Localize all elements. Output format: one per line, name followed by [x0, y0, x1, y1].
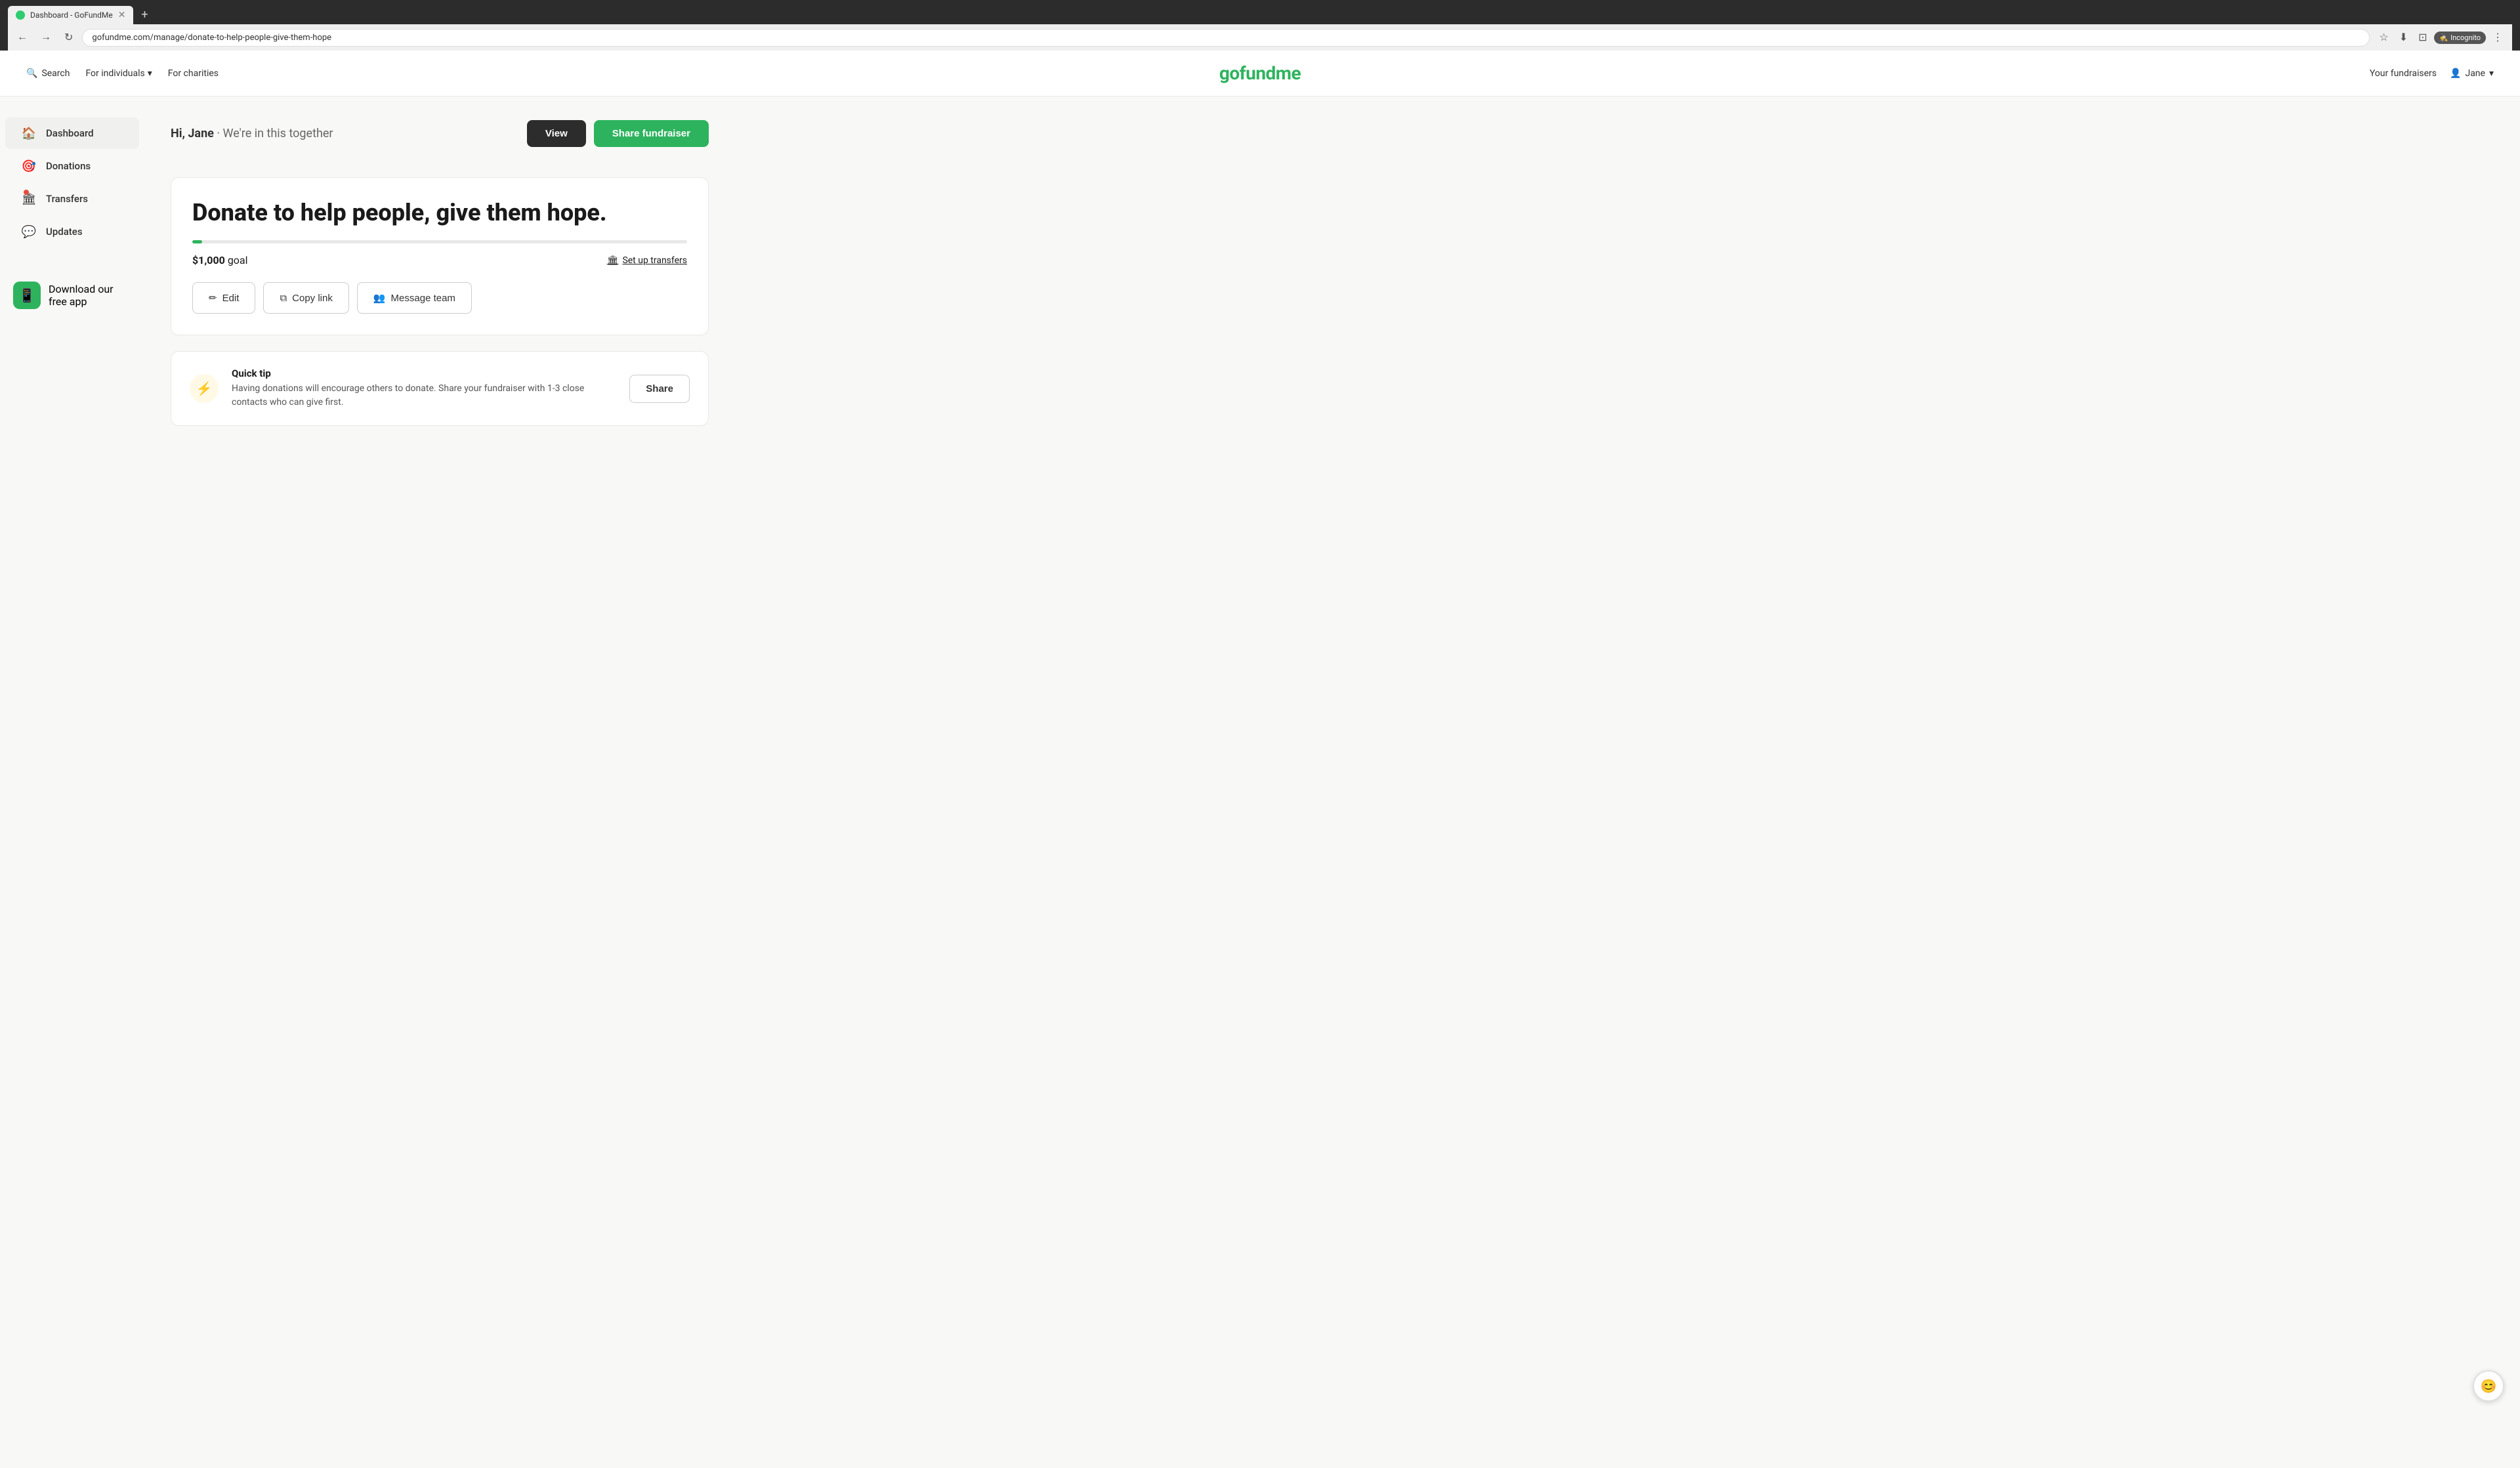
- chat-widget[interactable]: 😊: [2473, 1370, 2504, 1402]
- progress-bar-fill: [192, 240, 202, 243]
- edit-icon: ✏: [209, 292, 217, 304]
- download-button[interactable]: ⬇: [2395, 28, 2412, 47]
- tab-favicon: [16, 10, 25, 20]
- tip-label: Quick tip: [232, 367, 616, 379]
- site-logo[interactable]: gofundme: [1219, 62, 1301, 84]
- browser-chrome: Dashboard - GoFundMe ✕ + ← → ↻ gofundme.…: [0, 0, 2520, 51]
- download-app-label: Download our free app: [49, 283, 131, 308]
- copy-link-button[interactable]: ⧉ Copy link: [263, 282, 348, 314]
- search-link[interactable]: 🔍 Search: [26, 68, 70, 79]
- notification-dot: [24, 190, 29, 195]
- back-button[interactable]: ←: [13, 29, 32, 46]
- message-team-label: Message team: [391, 293, 455, 304]
- more-button[interactable]: ⋮: [2488, 28, 2507, 47]
- tab-close-button[interactable]: ✕: [118, 10, 126, 20]
- share-fundraiser-button[interactable]: Share fundraiser: [594, 120, 709, 147]
- chevron-down-icon: ▾: [148, 68, 152, 79]
- sidebar: 🏠 Dashboard 🎯 Donations 🏛 Transfers 💬 Up…: [0, 96, 144, 1468]
- sidebar-item-transfers[interactable]: 🏛 Transfers: [5, 183, 139, 215]
- goal-info: $1,000 goal: [192, 254, 248, 266]
- setup-transfers-label: Set up transfers: [622, 255, 687, 266]
- search-icon: 🔍: [26, 68, 37, 79]
- goal-row: $1,000 goal 🏛 Set up transfers: [192, 254, 687, 266]
- goal-amount: $1,000: [192, 254, 225, 266]
- donations-icon: 🎯: [21, 158, 37, 174]
- quick-tip-card: ⚡ Quick tip Having donations will encour…: [171, 351, 709, 426]
- message-team-icon: 👥: [373, 292, 386, 304]
- tab-title: Dashboard - GoFundMe: [30, 10, 113, 20]
- edit-label: Edit: [222, 293, 240, 304]
- toolbar-actions: ☆ ⬇ ⊡ 🕵 Incognito ⋮: [2375, 28, 2507, 47]
- greeting-section: Hi, Jane · We're in this together: [171, 127, 333, 140]
- tip-content: Quick tip Having donations will encourag…: [232, 367, 616, 409]
- site-header: 🔍 Search For individuals ▾ For charities…: [0, 51, 2520, 96]
- tip-share-button[interactable]: Share: [629, 375, 690, 403]
- sidebar-donations-label: Donations: [46, 160, 91, 172]
- user-chevron-icon: ▾: [2489, 68, 2494, 79]
- sidebar-updates-label: Updates: [46, 226, 83, 238]
- forward-button[interactable]: →: [37, 29, 55, 46]
- download-app-section[interactable]: 📱 Download our free app: [0, 274, 144, 317]
- address-text: gofundme.com/manage/donate-to-help-peopl…: [92, 33, 331, 43]
- user-menu[interactable]: 👤 Jane ▾: [2450, 68, 2494, 79]
- setup-transfers-link[interactable]: 🏛 Set up transfers: [607, 255, 687, 266]
- for-individuals-nav[interactable]: For individuals ▾: [85, 68, 152, 79]
- sidebar-item-donations[interactable]: 🎯 Donations: [5, 150, 139, 182]
- content-area: Hi, Jane · We're in this together View S…: [144, 96, 735, 1468]
- app-store-icon: 📱: [13, 282, 41, 309]
- browser-tabs: Dashboard - GoFundMe ✕ +: [8, 5, 2512, 24]
- search-label: Search: [41, 68, 70, 79]
- header-action-buttons: View Share fundraiser: [527, 120, 709, 147]
- bank-icon: 🏛: [607, 255, 619, 266]
- progress-bar-container: [192, 240, 687, 243]
- browser-toolbar: ← → ↻ gofundme.com/manage/donate-to-help…: [8, 24, 2512, 51]
- goal-text: $1,000 goal: [192, 254, 248, 266]
- sidebar-item-dashboard[interactable]: 🏠 Dashboard: [5, 117, 139, 149]
- view-button[interactable]: View: [527, 120, 586, 147]
- new-tab-button[interactable]: +: [136, 5, 153, 24]
- content-header: Hi, Jane · We're in this together View S…: [171, 110, 709, 157]
- greeting-name: Hi, Jane: [171, 127, 214, 140]
- goal-label: goal: [228, 254, 248, 266]
- home-icon: 🏠: [21, 125, 37, 141]
- for-individuals-label: For individuals: [85, 68, 144, 79]
- copy-icon: ⧉: [280, 293, 287, 304]
- lightning-icon: ⚡: [190, 374, 219, 403]
- fundraiser-card: Donate to help people, give them hope. $…: [171, 177, 709, 335]
- for-charities-nav[interactable]: For charities: [168, 68, 219, 79]
- chat-icon: 😊: [2481, 1378, 2497, 1394]
- for-charities-label: For charities: [168, 68, 219, 79]
- tip-text: Having donations will encourage others t…: [232, 382, 616, 409]
- your-fundraisers-link[interactable]: Your fundraisers: [2370, 68, 2437, 79]
- message-team-button[interactable]: 👥 Message team: [357, 282, 472, 314]
- greeting-subtitle: · We're in this together: [217, 127, 333, 140]
- header-nav-left: 🔍 Search For individuals ▾ For charities: [26, 68, 219, 79]
- reload-button[interactable]: ↻: [60, 28, 77, 47]
- main-layout: 🏠 Dashboard 🎯 Donations 🏛 Transfers 💬 Up…: [0, 96, 2520, 1468]
- user-icon: 👤: [2450, 68, 2461, 79]
- logo-text: gofundme: [1219, 62, 1301, 84]
- action-buttons: ✏ Edit ⧉ Copy link 👥 Message team: [192, 282, 687, 314]
- edit-button[interactable]: ✏ Edit: [192, 282, 255, 314]
- extend-button[interactable]: ⊡: [2414, 28, 2431, 47]
- header-nav-right: Your fundraisers 👤 Jane ▾: [2370, 68, 2494, 79]
- address-bar[interactable]: gofundme.com/manage/donate-to-help-peopl…: [82, 29, 2370, 47]
- bookmark-button[interactable]: ☆: [2375, 28, 2392, 47]
- active-tab[interactable]: Dashboard - GoFundMe ✕: [8, 6, 133, 24]
- user-name-label: Jane: [2465, 68, 2485, 79]
- greeting-text: Hi, Jane · We're in this together: [171, 127, 333, 140]
- sidebar-transfers-label: Transfers: [46, 193, 88, 205]
- sidebar-item-updates[interactable]: 💬 Updates: [5, 216, 139, 247]
- copy-link-label: Copy link: [292, 293, 333, 304]
- sidebar-dashboard-label: Dashboard: [46, 127, 94, 139]
- incognito-label: Incognito: [2450, 33, 2481, 42]
- incognito-badge: 🕵 Incognito: [2434, 31, 2487, 44]
- fundraiser-title: Donate to help people, give them hope.: [192, 199, 687, 227]
- updates-icon: 💬: [21, 224, 37, 240]
